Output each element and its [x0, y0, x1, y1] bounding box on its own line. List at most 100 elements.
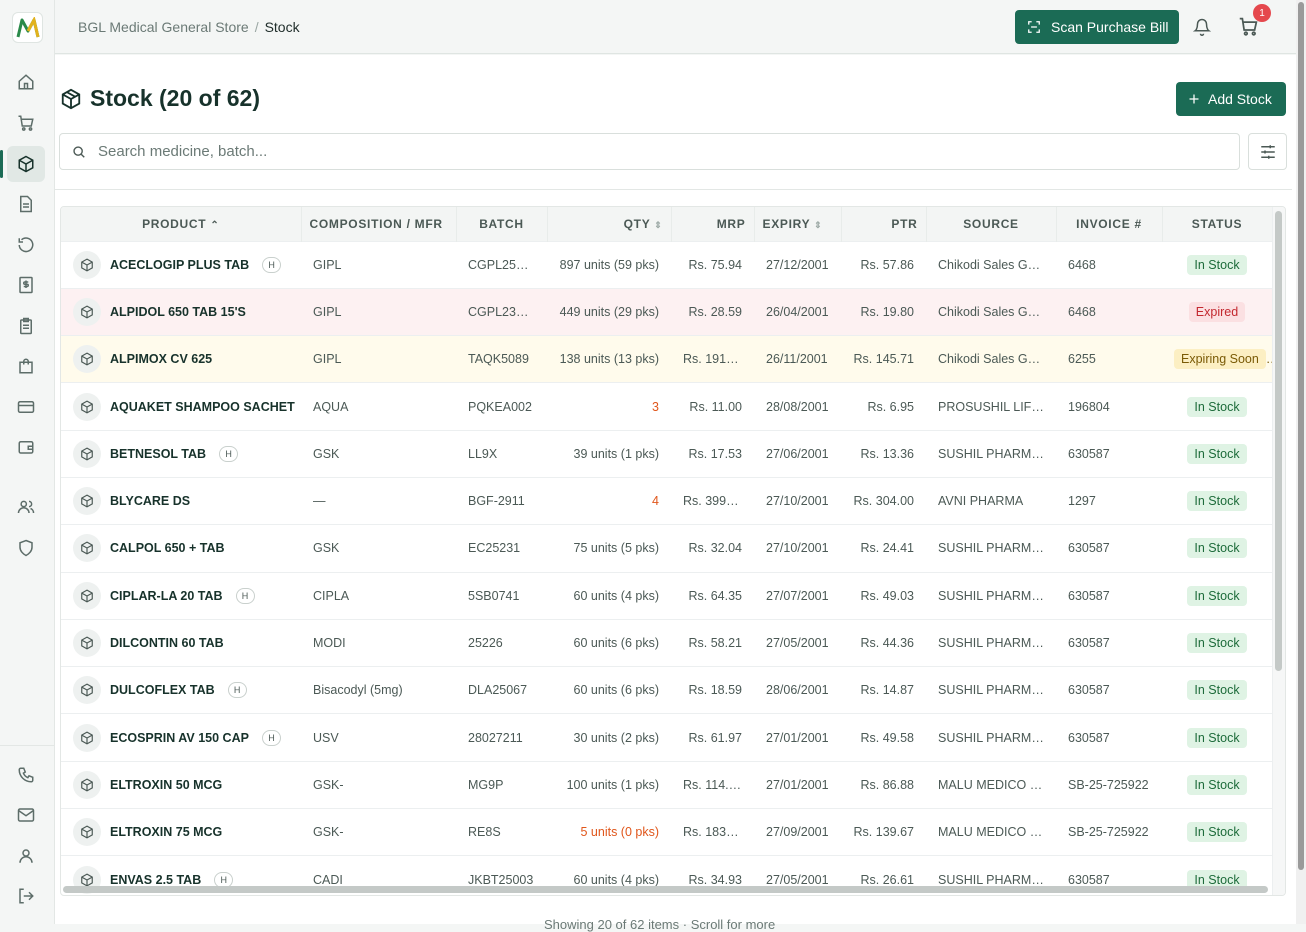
nav-history-icon[interactable]: [7, 227, 45, 263]
search-box[interactable]: [59, 133, 1240, 170]
add-stock-button[interactable]: Add Stock: [1176, 82, 1286, 116]
col-header-expiry[interactable]: EXPIRY ⇕: [754, 207, 841, 241]
product-name[interactable]: AQUAKET SHAMPOO SACHET: [110, 400, 295, 414]
horizontal-scrollbar-thumb[interactable]: [63, 886, 1268, 893]
table-row[interactable]: ELTROXIN 75 MCGGSK-RE8S5 units (0 pks)Rs…: [61, 809, 1272, 856]
nav-shopping-bag-icon[interactable]: [7, 348, 45, 384]
nav-clipboard-icon[interactable]: [7, 308, 45, 344]
col-header-product[interactable]: PRODUCT ⌃: [61, 207, 301, 241]
nav-credit-card-icon[interactable]: [7, 389, 45, 425]
product-name[interactable]: ALPIMOX CV 625: [110, 352, 212, 366]
product-name[interactable]: ALPIDOL 650 TAB 15'S: [110, 305, 246, 319]
cell-qty: 100 units (1 pks): [547, 761, 671, 808]
cell-ptr: Rs. 49.58: [841, 714, 926, 761]
cell-ptr: Rs. 14.87: [841, 667, 926, 714]
product-name[interactable]: ACECLOGIP PLUS TAB: [110, 258, 249, 272]
product-box-icon: [73, 771, 101, 799]
app-logo[interactable]: [12, 12, 43, 43]
cell-product[interactable]: AQUAKET SHAMPOO SACHET: [61, 383, 301, 430]
nav-wallet-icon[interactable]: [7, 429, 45, 465]
cell-product[interactable]: ACECLOGIP PLUS TABH: [61, 241, 301, 288]
cell-mrp: Rs. 114.03: [671, 761, 754, 808]
cell-product[interactable]: CALPOL 650 + TAB: [61, 525, 301, 572]
nav-mail-icon[interactable]: [7, 797, 45, 833]
status-badge: Expired: [1189, 302, 1245, 322]
nav-dollar-icon[interactable]: [7, 267, 45, 303]
cell-product[interactable]: DULCOFLEX TABH: [61, 667, 301, 714]
table-row[interactable]: ACECLOGIP PLUS TABHGIPLCGPL25005897 unit…: [61, 241, 1272, 288]
nav-cart-icon[interactable]: [7, 105, 45, 141]
cell-batch: CGPL25005: [456, 241, 547, 288]
nav-shield-icon[interactable]: [7, 530, 45, 566]
table-row[interactable]: DILCONTIN 60 TABMODI2522660 units (6 pks…: [61, 619, 1272, 666]
cell-composition: GIPL: [301, 336, 456, 383]
nav-document-icon[interactable]: [7, 186, 45, 222]
top-bar: BGL Medical General Store/Stock Scan Pur…: [55, 0, 1306, 54]
cell-product[interactable]: CIPLAR-LA 20 TABH: [61, 572, 301, 619]
nav-logout-icon[interactable]: [7, 878, 45, 914]
breadcrumb-store[interactable]: BGL Medical General Store: [78, 19, 249, 35]
table-row[interactable]: ALPIMOX CV 625GIPLTAQK5089138 units (13 …: [61, 336, 1272, 383]
nav-users-icon[interactable]: [7, 489, 45, 525]
nav-user-icon[interactable]: [7, 838, 45, 874]
breadcrumb-current: Stock: [265, 19, 300, 35]
table-row[interactable]: CALPOL 650 + TABGSKEC2523175 units (5 pk…: [61, 525, 1272, 572]
cell-product[interactable]: BETNESOL TABH: [61, 430, 301, 477]
product-name[interactable]: DILCONTIN 60 TAB: [110, 636, 224, 650]
table-row[interactable]: BLYCARE DS—BGF-29114Rs. 399.0027/10/2001…: [61, 477, 1272, 524]
cell-product[interactable]: BLYCARE DS: [61, 477, 301, 524]
vertical-scrollbar-thumb[interactable]: [1275, 211, 1282, 671]
col-header-source: SOURCE: [926, 207, 1056, 241]
product-name[interactable]: ELTROXIN 50 MCG: [110, 778, 222, 792]
col-header-qty[interactable]: QTY ⇕: [547, 207, 671, 241]
cell-product[interactable]: ELTROXIN 75 MCG: [61, 809, 301, 856]
cell-expiry: 27/12/2001: [754, 241, 841, 288]
nav-home-icon[interactable]: [7, 64, 45, 100]
table-row[interactable]: ELTROXIN 50 MCGGSK-MG9P100 units (1 pks)…: [61, 761, 1272, 808]
window-scrollbar-thumb[interactable]: [1298, 2, 1304, 870]
nav-phone-icon[interactable]: [7, 757, 45, 793]
table-row[interactable]: ALPIDOL 650 TAB 15'SGIPLCGPL23025449 uni…: [61, 288, 1272, 335]
cell-product[interactable]: ALPIMOX CV 625: [61, 336, 301, 383]
cell-source: SUSHIL PHARMA...: [926, 619, 1056, 666]
nav-stock-box-icon[interactable]: [7, 146, 45, 182]
status-badge: In Stock: [1187, 775, 1246, 795]
notifications-bell-icon[interactable]: [1193, 17, 1213, 37]
cell-product[interactable]: ECOSPRIN AV 150 CAPH: [61, 714, 301, 761]
cell-ptr: Rs. 139.67: [841, 809, 926, 856]
cell-qty: 138 units (13 pks): [547, 336, 671, 383]
product-name[interactable]: ELTROXIN 75 MCG: [110, 825, 222, 839]
product-name[interactable]: DULCOFLEX TAB: [110, 683, 215, 697]
table-row[interactable]: DULCOFLEX TABHBisacodyl (5mg)DLA2506760 …: [61, 667, 1272, 714]
table-row[interactable]: CIPLAR-LA 20 TABHCIPLA5SB074160 units (4…: [61, 572, 1272, 619]
cell-product[interactable]: ELTROXIN 50 MCG: [61, 761, 301, 808]
cell-expiry: 27/10/2001: [754, 525, 841, 572]
filter-button[interactable]: [1248, 133, 1287, 170]
cell-source: Chikodi Sales Ge...: [926, 241, 1056, 288]
product-name[interactable]: BLYCARE DS: [110, 494, 190, 508]
cell-ptr: Rs. 86.88: [841, 761, 926, 808]
window-scrollbar[interactable]: [1296, 0, 1306, 924]
cell-composition: GIPL: [301, 288, 456, 335]
cell-ptr: Rs. 44.36: [841, 619, 926, 666]
product-name[interactable]: CIPLAR-LA 20 TAB: [110, 589, 223, 603]
vertical-scrollbar-track[interactable]: [1272, 207, 1285, 895]
search-input[interactable]: [98, 143, 1198, 160]
scan-purchase-bill-button[interactable]: Scan Purchase Bill: [1015, 10, 1179, 44]
cell-product[interactable]: DILCONTIN 60 TAB: [61, 619, 301, 666]
product-name[interactable]: ECOSPRIN AV 150 CAP: [110, 731, 249, 745]
cell-invoice: SB-25-725922: [1056, 809, 1162, 856]
cell-invoice: 6255: [1056, 336, 1162, 383]
cell-composition: AQUA: [301, 383, 456, 430]
table-row[interactable]: ECOSPRIN AV 150 CAPHUSV2802721130 units …: [61, 714, 1272, 761]
cell-mrp: Rs. 32.04: [671, 525, 754, 572]
cell-batch: LL9X: [456, 430, 547, 477]
product-name[interactable]: BETNESOL TAB: [110, 447, 206, 461]
product-name[interactable]: CALPOL 650 + TAB: [110, 541, 225, 555]
table-row[interactable]: AQUAKET SHAMPOO SACHETAQUAPQKEA0023Rs. 1…: [61, 383, 1272, 430]
cell-source: MALU MEDICO P...: [926, 809, 1056, 856]
table-row[interactable]: BETNESOL TABHGSKLL9X39 units (1 pks)Rs. …: [61, 430, 1272, 477]
cell-product[interactable]: ALPIDOL 650 TAB 15'S: [61, 288, 301, 335]
product-name[interactable]: ENVAS 2.5 TAB: [110, 873, 201, 887]
footer-status-text: Showing 20 of 62 items · Scroll for more: [544, 917, 775, 932]
